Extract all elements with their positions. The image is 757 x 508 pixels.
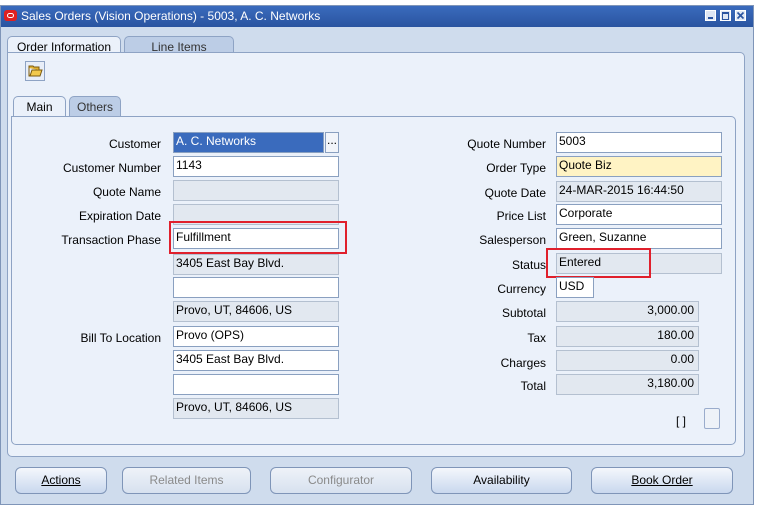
open-folder-button[interactable] (25, 61, 45, 81)
salesperson-label: Salesperson (479, 233, 546, 247)
related-items-button-label: Related Items (149, 473, 224, 487)
quote-name-field[interactable] (173, 180, 339, 201)
salesperson-field[interactable]: Green, Suzanne (556, 228, 722, 249)
bill-address-line2[interactable] (173, 374, 339, 395)
charges-field[interactable]: 0.00 (556, 350, 699, 371)
oracle-app-icon (4, 10, 17, 21)
quote-number-field[interactable]: 5003 (556, 132, 722, 153)
price-list-field[interactable]: Corporate (556, 204, 722, 225)
open-folder-icon (28, 65, 43, 77)
bill-to-location-label: Bill To Location (80, 331, 162, 345)
availability-button[interactable]: Availability (431, 467, 572, 494)
subtotal-label: Subtotal (501, 306, 546, 320)
ship-address-line3: Provo, UT, 84606, US (173, 301, 339, 322)
configurator-button-label: Configurator (307, 473, 375, 487)
currency-field[interactable]: USD (556, 277, 594, 298)
transaction-phase-label: Transaction Phase (61, 233, 161, 247)
price-list-label: Price List (496, 209, 546, 223)
total-field: 3,180.00 (556, 374, 699, 395)
configurator-button[interactable]: Configurator (270, 467, 412, 494)
bill-to-location-field[interactable]: Provo (OPS) (173, 326, 339, 347)
currency-label: Currency (497, 282, 546, 296)
subtotal-field: 3,000.00 (556, 301, 699, 322)
ship-address-line2[interactable] (173, 277, 339, 298)
status-label: Status (511, 258, 546, 272)
maximize-icon[interactable] (720, 10, 731, 21)
book-order-button-label: Book Order (631, 473, 693, 487)
customer-field[interactable]: A. C. Networks (173, 132, 324, 153)
book-order-button[interactable]: Book Order (591, 467, 733, 494)
customer-lov-button[interactable]: ... (325, 132, 339, 153)
actions-button[interactable]: Actions (15, 467, 107, 494)
order-type-field[interactable]: Quote Biz (556, 156, 722, 177)
tab-main[interactable]: Main (13, 96, 66, 118)
flexfield-box[interactable] (704, 408, 720, 429)
availability-button-label: Availability (473, 473, 530, 487)
quote-date-field: 24-MAR-2015 16:44:50 (556, 181, 722, 202)
bill-address-line3: Provo, UT, 84606, US (173, 398, 339, 419)
window-title: Sales Orders (Vision Operations) - 5003,… (21, 9, 321, 23)
transaction-phase-highlight (169, 221, 347, 254)
customer-number-label: Customer Number (62, 161, 161, 175)
minimize-icon[interactable] (705, 10, 716, 21)
total-label: Total (520, 379, 546, 393)
flexfield-marker: [ ] (676, 414, 687, 428)
tax-field: 180.00 (556, 326, 699, 347)
customer-number-field[interactable]: 1143 (173, 156, 339, 177)
bill-address-line1[interactable]: 3405 East Bay Blvd. (173, 350, 339, 371)
status-highlight (546, 248, 651, 278)
close-icon[interactable] (735, 10, 746, 21)
title-bar: Sales Orders (Vision Operations) - 5003,… (1, 6, 753, 27)
actions-button-label: Actions (41, 473, 81, 487)
quote-number-label: Quote Number (467, 137, 546, 151)
order-type-label: Order Type (486, 161, 546, 175)
customer-label: Customer (108, 137, 161, 151)
tab-others[interactable]: Others (69, 96, 121, 118)
quote-date-label: Quote Date (484, 186, 546, 200)
related-items-button[interactable]: Related Items (122, 467, 251, 494)
charges-label: Charges (500, 356, 546, 370)
expiration-date-label: Expiration Date (78, 209, 161, 223)
quote-name-label: Quote Name (92, 185, 161, 199)
tax-label: Tax (527, 331, 546, 345)
ship-address-line1: 3405 East Bay Blvd. (173, 254, 339, 275)
